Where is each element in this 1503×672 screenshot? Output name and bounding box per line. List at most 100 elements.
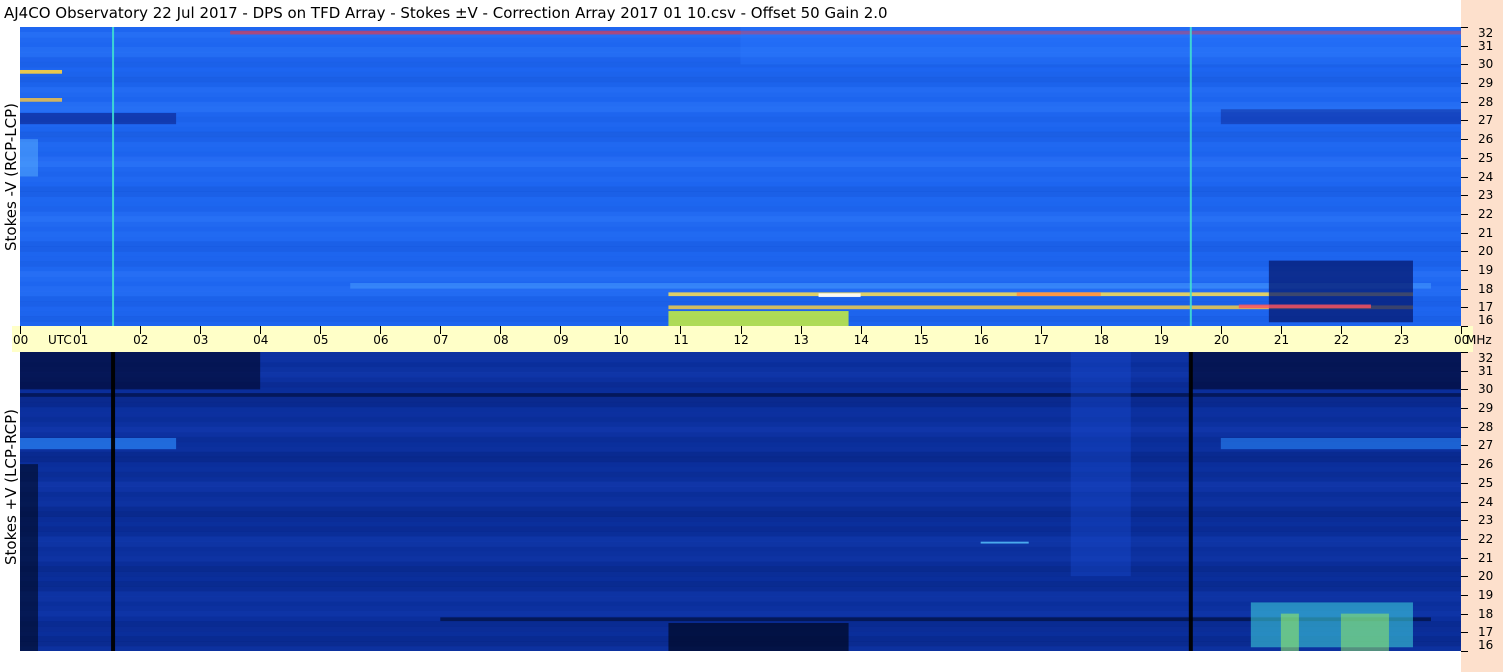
frequency-band <box>20 396 1461 403</box>
frequency-band <box>20 546 1461 551</box>
frequency-band <box>20 576 1461 581</box>
frequency-tick-label: 32 <box>1478 26 1494 40</box>
frequency-band <box>20 556 1461 562</box>
frequency-tick-label: 23 <box>1478 513 1494 528</box>
frequency-tick-label: 25 <box>1478 150 1494 165</box>
frequency-tick-label: 31 <box>1478 363 1494 378</box>
frequency-band <box>20 186 1461 192</box>
spectral-feature <box>668 622 849 651</box>
frequency-tick-label: 24 <box>1478 494 1494 509</box>
frequency-tick <box>1461 307 1468 309</box>
frequency-tick <box>1461 445 1468 447</box>
frequency-tick-label: 16 <box>1478 638 1494 652</box>
frequency-band <box>20 216 1461 222</box>
frequency-band <box>20 251 1461 256</box>
frequency-band <box>20 551 1461 557</box>
spectral-feature <box>20 139 39 177</box>
frequency-band <box>20 511 1461 517</box>
frequency-tick-label: 27 <box>1478 438 1494 453</box>
frequency-tick-label: 31 <box>1478 38 1494 53</box>
frequency-tick-label: 23 <box>1478 188 1494 203</box>
frequency-tick-label: 16 <box>1478 313 1494 327</box>
frequency-band <box>20 276 1461 282</box>
frequency-tick <box>1461 45 1468 47</box>
frequency-tick-label: 21 <box>1478 550 1494 565</box>
frequency-band <box>20 147 1461 152</box>
frequency-tick <box>1461 632 1468 634</box>
time-tick-label: 06 <box>373 333 389 347</box>
frequency-band <box>20 416 1461 423</box>
frequency-tick <box>1461 464 1468 466</box>
time-tick-label: 18 <box>1093 333 1110 347</box>
frequency-band <box>20 141 1461 148</box>
spectral-feature <box>20 112 177 125</box>
frequency-band <box>20 536 1461 542</box>
spectral-feature <box>20 69 63 74</box>
frequency-tick-label: 19 <box>1478 262 1494 277</box>
frequency-tick-label: 28 <box>1478 419 1494 434</box>
spectral-feature <box>20 393 1461 397</box>
frequency-band <box>20 426 1461 433</box>
time-tick-label: 13 <box>793 333 809 347</box>
frequency-band <box>20 606 1461 612</box>
chart-title: AJ4CO Observatory 22 Jul 2017 - DPS on T… <box>4 4 888 22</box>
spectral-feature <box>740 27 1461 65</box>
spectral-feature <box>1220 437 1461 450</box>
frequency-tick <box>1461 613 1468 615</box>
frequency-band <box>20 491 1461 498</box>
frequency-band <box>20 466 1461 473</box>
frequency-tick <box>1461 408 1468 410</box>
frequency-band <box>20 431 1461 438</box>
time-tick-label: 11 <box>673 333 689 347</box>
frequency-tick <box>1461 27 1468 28</box>
time-marker-line <box>1189 27 1192 326</box>
frequency-tick <box>1461 157 1468 159</box>
time-tick-label: 12 <box>733 333 749 347</box>
frequency-tick-label: 22 <box>1478 206 1494 221</box>
frequency-band <box>20 176 1461 182</box>
frequency-tick <box>1461 538 1468 540</box>
frequency-band <box>20 91 1461 98</box>
spectral-feature <box>1268 260 1413 323</box>
spectral-feature <box>20 464 39 651</box>
frequency-tick <box>1461 352 1468 353</box>
frequency-band <box>20 241 1461 247</box>
frequency-band <box>20 191 1461 197</box>
frequency-tick <box>1461 288 1468 290</box>
frequency-tick-label: 18 <box>1478 606 1494 621</box>
frequency-tick-label: 27 <box>1478 113 1494 128</box>
time-tick-label: 23 <box>1393 333 1410 347</box>
frequency-tick-label: 17 <box>1478 300 1494 315</box>
time-tick-label: 20 <box>1213 333 1230 347</box>
frequency-band <box>20 266 1461 271</box>
frequency-band <box>20 211 1461 217</box>
frequency-band <box>20 591 1461 597</box>
frequency-tick <box>1461 326 1468 327</box>
frequency-band <box>20 131 1461 138</box>
frequency-band <box>20 411 1461 418</box>
frequency-tick <box>1461 195 1468 197</box>
frequency-tick <box>1461 83 1468 85</box>
spectral-feature <box>1016 292 1101 297</box>
time-tick-label: 03 <box>193 333 209 347</box>
frequency-tick <box>1461 101 1468 103</box>
spectral-feature <box>668 311 849 326</box>
time-tick-label: 16 <box>973 333 989 347</box>
spectral-feature <box>980 541 1029 544</box>
frequency-band <box>20 101 1461 108</box>
time-marker-line <box>111 352 116 651</box>
frequency-tick-label: 20 <box>1478 244 1494 259</box>
frequency-tick <box>1461 557 1468 559</box>
spectrogram-top-plot <box>20 27 1461 326</box>
frequency-tick-label: 18 <box>1478 281 1494 296</box>
frequency-tick <box>1461 651 1468 652</box>
spectrogram-top <box>20 27 1461 326</box>
time-tick-label: 21 <box>1273 333 1290 347</box>
frequency-tick <box>1461 64 1468 66</box>
spectral-feature <box>1070 352 1131 577</box>
frequency-band <box>20 126 1461 133</box>
frequency-tick <box>1461 120 1468 122</box>
frequency-band <box>20 67 1461 72</box>
frequency-tick-label: 30 <box>1478 57 1494 72</box>
mhz-unit-label: MHz <box>1466 333 1492 347</box>
